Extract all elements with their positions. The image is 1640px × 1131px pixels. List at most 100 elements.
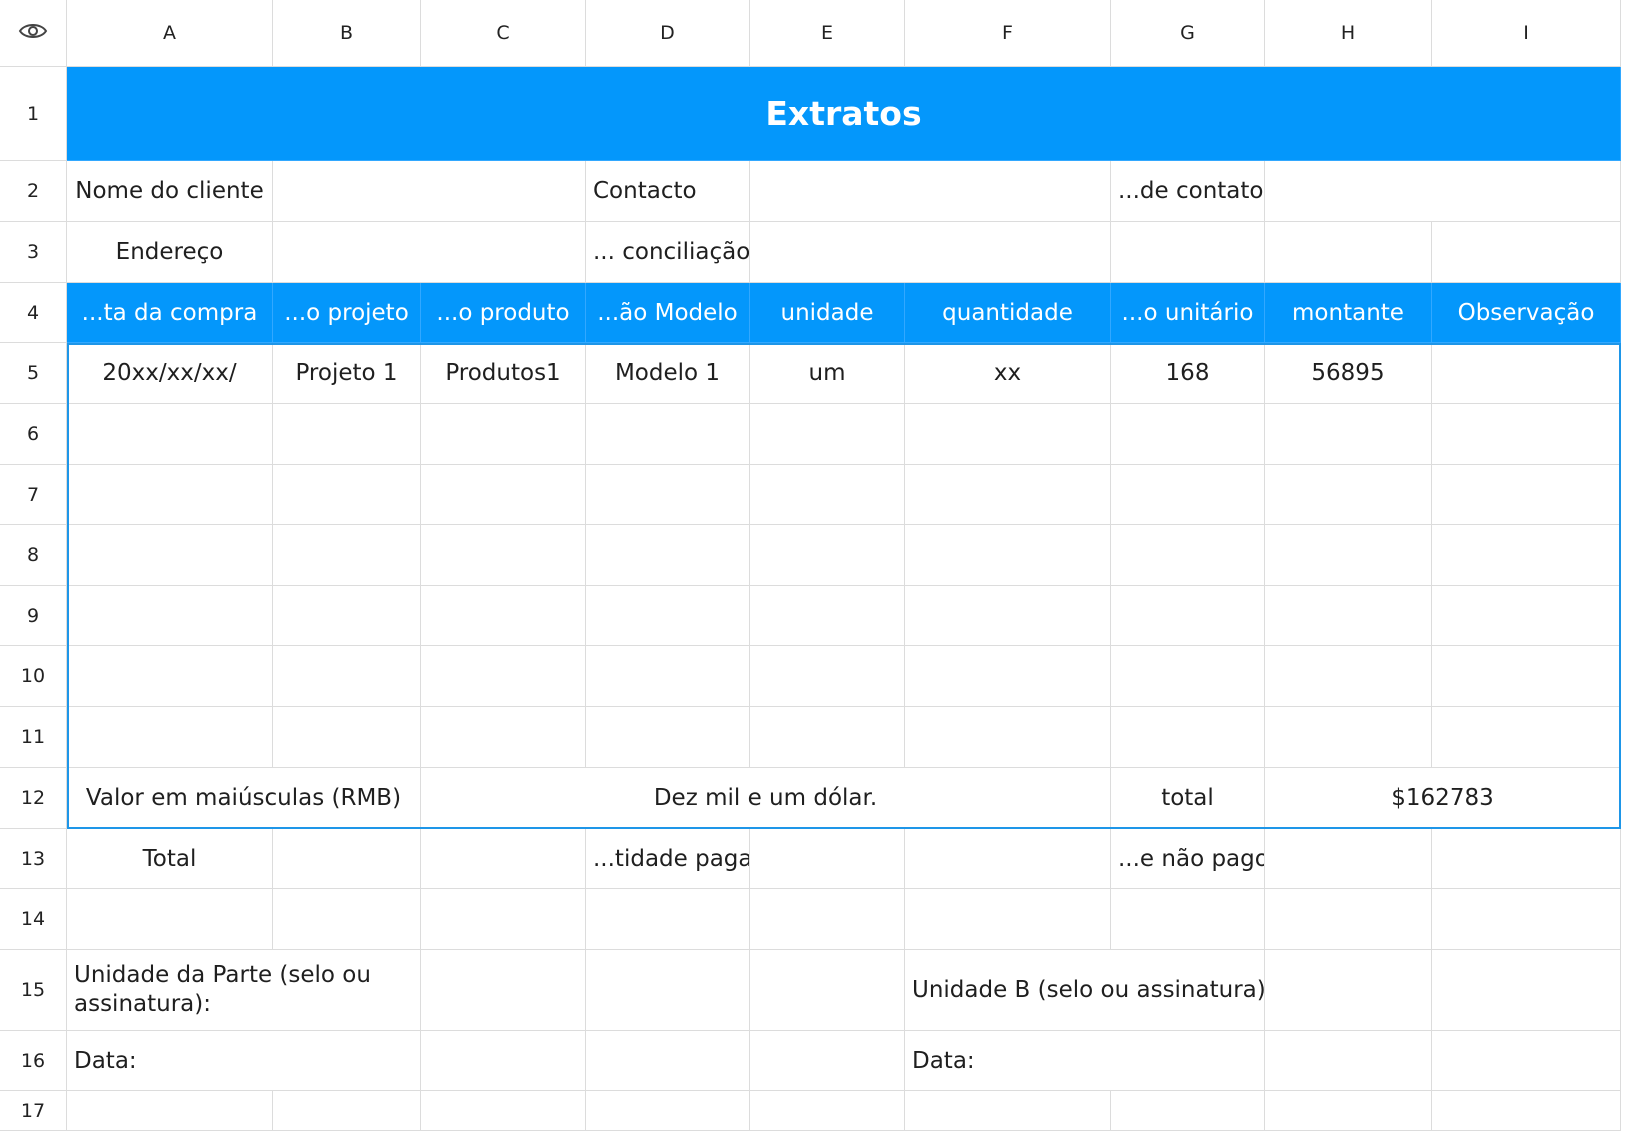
cell-h9[interactable] xyxy=(1265,586,1432,646)
cell-e8[interactable] xyxy=(750,525,905,586)
cell-f7[interactable] xyxy=(905,465,1111,525)
cell-e14[interactable] xyxy=(750,889,905,950)
total-value[interactable]: $162783 xyxy=(1265,768,1621,829)
cell-a6[interactable] xyxy=(67,404,273,465)
cell-c10[interactable] xyxy=(421,646,586,707)
cell-e6[interactable] xyxy=(750,404,905,465)
table-header-c[interactable]: ...o produto xyxy=(421,283,586,343)
table-header-d[interactable]: ...ão Modelo xyxy=(586,283,750,343)
contact-number-label[interactable]: ...de contato xyxy=(1111,161,1265,222)
data-cell-d5[interactable]: Modelo 1 xyxy=(586,343,750,404)
table-header-h[interactable]: montante xyxy=(1265,283,1432,343)
cell-h3[interactable] xyxy=(1265,222,1432,283)
table-header-i[interactable]: Observação xyxy=(1432,283,1621,343)
cell-i11[interactable] xyxy=(1432,707,1621,768)
cell-e10[interactable] xyxy=(750,646,905,707)
cell-e11[interactable] xyxy=(750,707,905,768)
table-header-a[interactable]: ...ta da compra xyxy=(67,283,273,343)
row-header-6[interactable]: 6 xyxy=(0,404,67,465)
cell-e15[interactable] xyxy=(750,950,905,1031)
cell-b11[interactable] xyxy=(273,707,421,768)
cell-d9[interactable] xyxy=(586,586,750,646)
cell-d16[interactable] xyxy=(586,1031,750,1091)
cell-b13[interactable] xyxy=(273,829,421,889)
cell-b9[interactable] xyxy=(273,586,421,646)
contact-label[interactable]: Contacto xyxy=(586,161,750,222)
cell-c9[interactable] xyxy=(421,586,586,646)
cell-h6[interactable] xyxy=(1265,404,1432,465)
cell-g11[interactable] xyxy=(1111,707,1265,768)
cell-g17[interactable] xyxy=(1111,1091,1265,1131)
column-header-a[interactable]: A xyxy=(67,0,273,67)
amount-in-words-value[interactable]: Dez mil e um dólar. xyxy=(421,768,1111,829)
row-header-17[interactable]: 17 xyxy=(0,1091,67,1131)
cell-h7[interactable] xyxy=(1265,465,1432,525)
row-header-4[interactable]: 4 xyxy=(0,283,67,343)
column-header-h[interactable]: H xyxy=(1265,0,1432,67)
cell-h13[interactable] xyxy=(1265,829,1432,889)
cell-i16[interactable] xyxy=(1432,1031,1621,1091)
cell-d10[interactable] xyxy=(586,646,750,707)
row-header-16[interactable]: 16 xyxy=(0,1031,67,1091)
column-header-f[interactable]: F xyxy=(905,0,1111,67)
data-cell-b5[interactable]: Projeto 1 xyxy=(273,343,421,404)
cell-i8[interactable] xyxy=(1432,525,1621,586)
row-header-5[interactable]: 5 xyxy=(0,343,67,404)
cell-a14[interactable] xyxy=(67,889,273,950)
amount-in-words-label[interactable]: Valor em maiúsculas (RMB) xyxy=(67,768,421,829)
reconciliation-label[interactable]: ... conciliação xyxy=(586,222,750,283)
cell-g9[interactable] xyxy=(1111,586,1265,646)
cell-f13[interactable] xyxy=(905,829,1111,889)
cell-c16[interactable] xyxy=(421,1031,586,1091)
cell-f17[interactable] xyxy=(905,1091,1111,1131)
cell-f9[interactable] xyxy=(905,586,1111,646)
row-header-1[interactable]: 1 xyxy=(0,67,67,161)
cell-b7[interactable] xyxy=(273,465,421,525)
cell-b10[interactable] xyxy=(273,646,421,707)
cell-i17[interactable] xyxy=(1432,1091,1621,1131)
row-header-15[interactable]: 15 xyxy=(0,950,67,1031)
cell-f8[interactable] xyxy=(905,525,1111,586)
cell-g8[interactable] xyxy=(1111,525,1265,586)
cell-e7[interactable] xyxy=(750,465,905,525)
column-header-e[interactable]: E xyxy=(750,0,905,67)
column-header-g[interactable]: G xyxy=(1111,0,1265,67)
row-header-3[interactable]: 3 xyxy=(0,222,67,283)
cell-f6[interactable] xyxy=(905,404,1111,465)
party-a-date-label[interactable]: Data: xyxy=(67,1031,421,1091)
address-value[interactable] xyxy=(273,222,586,283)
cell-f10[interactable] xyxy=(905,646,1111,707)
data-cell-f5[interactable]: xx xyxy=(905,343,1111,404)
cell-g3[interactable] xyxy=(1111,222,1265,283)
eye-icon[interactable] xyxy=(18,21,48,46)
cell-e13[interactable] xyxy=(750,829,905,889)
cell-b17[interactable] xyxy=(273,1091,421,1131)
unpaid-label[interactable]: ...e não pago xyxy=(1111,829,1265,889)
cell-i7[interactable] xyxy=(1432,465,1621,525)
cell-d11[interactable] xyxy=(586,707,750,768)
contact-number-value[interactable] xyxy=(1265,161,1621,222)
cell-a8[interactable] xyxy=(67,525,273,586)
cell-b14[interactable] xyxy=(273,889,421,950)
party-b-signature-label[interactable]: Unidade B (selo ou assinatura): xyxy=(905,950,1265,1031)
reconciliation-value[interactable] xyxy=(750,222,1111,283)
party-b-date-label[interactable]: Data: xyxy=(905,1031,1265,1091)
cell-a9[interactable] xyxy=(67,586,273,646)
cell-f14[interactable] xyxy=(905,889,1111,950)
contact-value[interactable] xyxy=(750,161,1111,222)
cell-d17[interactable] xyxy=(586,1091,750,1131)
cell-h8[interactable] xyxy=(1265,525,1432,586)
row-header-7[interactable]: 7 xyxy=(0,465,67,525)
cell-i13[interactable] xyxy=(1432,829,1621,889)
row-header-2[interactable]: 2 xyxy=(0,161,67,222)
total-label[interactable]: total xyxy=(1111,768,1265,829)
cell-i14[interactable] xyxy=(1432,889,1621,950)
cell-a11[interactable] xyxy=(67,707,273,768)
table-header-g[interactable]: ...o unitário xyxy=(1111,283,1265,343)
row-header-11[interactable]: 11 xyxy=(0,707,67,768)
cell-d6[interactable] xyxy=(586,404,750,465)
amount-paid-label[interactable]: ...tidade paga xyxy=(586,829,750,889)
column-header-c[interactable]: C xyxy=(421,0,586,67)
cell-g10[interactable] xyxy=(1111,646,1265,707)
cell-h14[interactable] xyxy=(1265,889,1432,950)
